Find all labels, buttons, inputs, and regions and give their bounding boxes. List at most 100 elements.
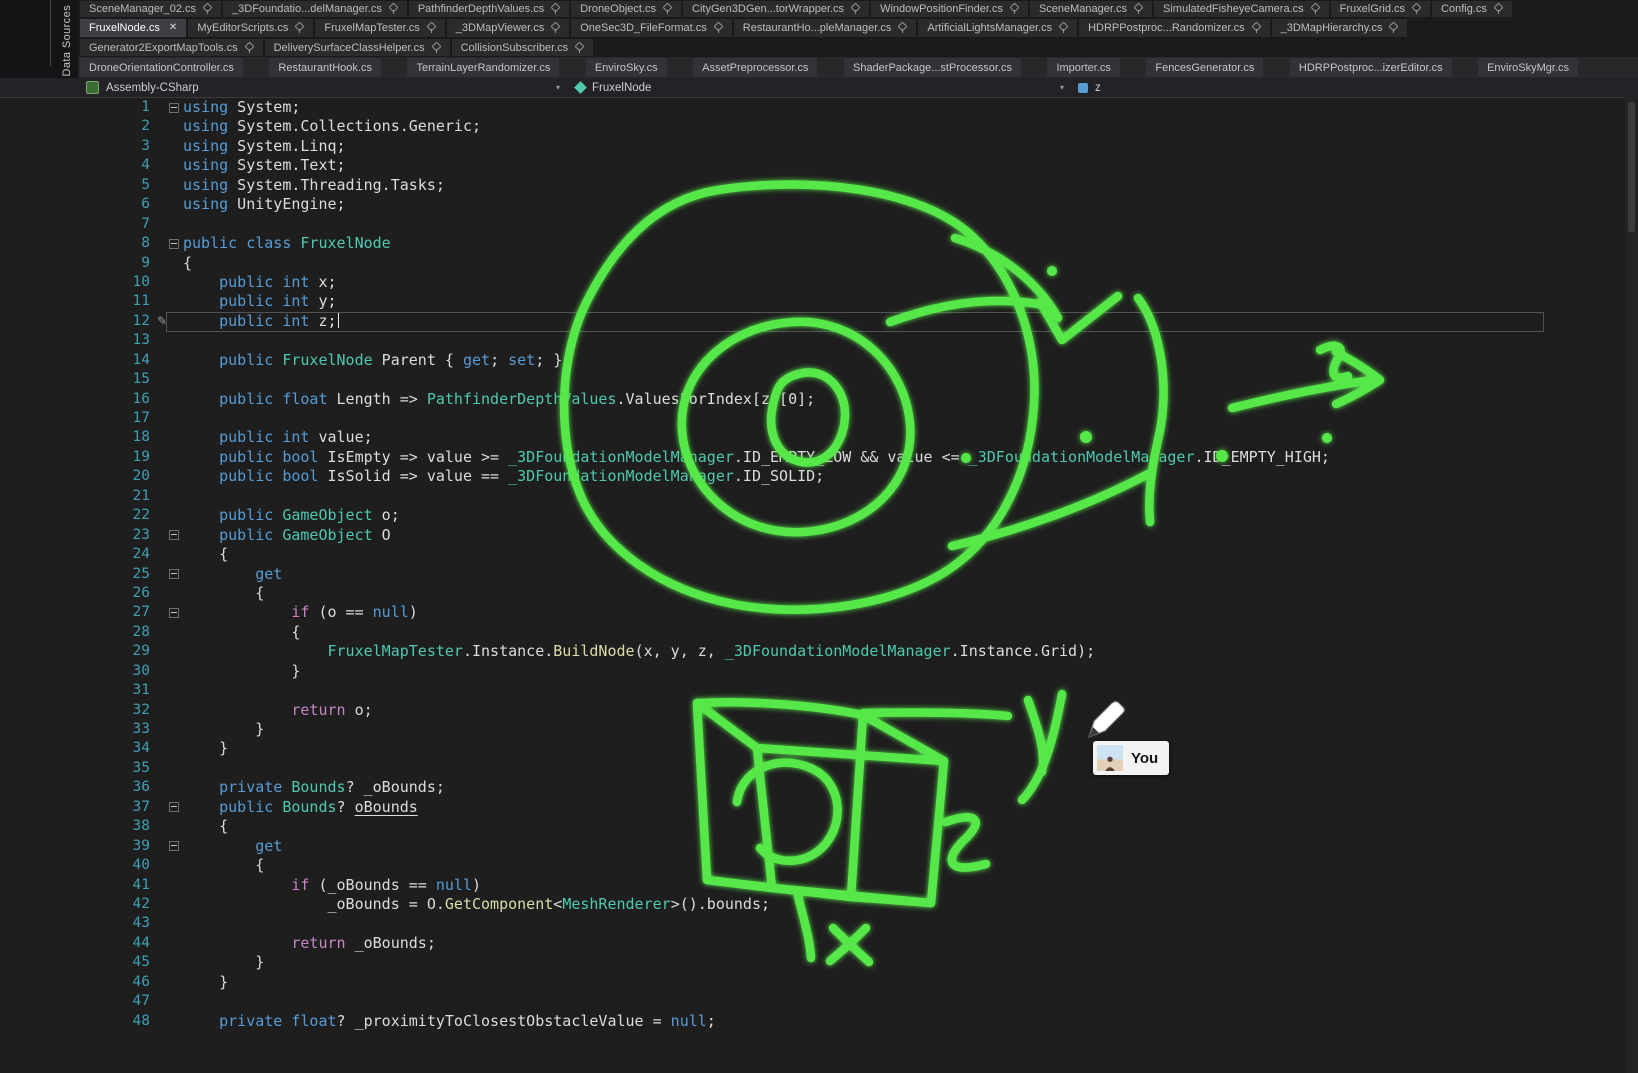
- tab-restaurantho-plemanager-cs[interactable]: RestaurantHo...pleManager.cs: [734, 19, 917, 37]
- code-line-25[interactable]: 25 get: [0, 565, 1638, 584]
- code-text[interactable]: public FruxelNode Parent { get; set; }: [183, 351, 562, 370]
- line-number[interactable]: 20: [0, 467, 150, 486]
- fold-marker-icon[interactable]: [169, 802, 179, 812]
- code-text[interactable]: if (o == null): [183, 603, 418, 622]
- tab-shaderpackage-stprocessor-cs[interactable]: ShaderPackage...stProcessor.cs: [844, 58, 1021, 77]
- code-line-14[interactable]: 14 public FruxelNode Parent { get; set; …: [0, 351, 1638, 370]
- code-line-33[interactable]: 33 }: [0, 720, 1638, 739]
- line-number[interactable]: 6: [0, 195, 150, 214]
- pin-icon[interactable]: [898, 23, 907, 33]
- tab-terrainlayerrandomizer-cs[interactable]: TerrainLayerRandomizer.cs: [407, 58, 559, 77]
- code-line-4[interactable]: 4using System.Text;: [0, 156, 1638, 175]
- tab-enviroskymgr-cs[interactable]: EnviroSkyMgr.cs: [1478, 58, 1578, 77]
- code-text[interactable]: using System.Linq;: [183, 137, 346, 156]
- vertical-scrollbar[interactable]: [1625, 97, 1638, 1073]
- pin-icon[interactable]: [389, 4, 398, 14]
- code-text[interactable]: using System.Collections.Generic;: [183, 117, 481, 136]
- code-line-48[interactable]: 48 private float? _proximityToClosestObs…: [0, 1012, 1638, 1031]
- pin-icon[interactable]: [851, 4, 860, 14]
- line-number[interactable]: 24: [0, 545, 150, 564]
- code-line-6[interactable]: 6using UnityEngine;: [0, 195, 1638, 214]
- code-line-22[interactable]: 22 public GameObject o;: [0, 506, 1638, 525]
- code-line-47[interactable]: 47: [0, 992, 1638, 1011]
- code-text[interactable]: {: [183, 856, 264, 875]
- code-text[interactable]: _oBounds = O.GetComponent<MeshRenderer>(…: [183, 895, 770, 914]
- code-text[interactable]: }: [183, 739, 228, 758]
- line-number[interactable]: 19: [0, 448, 150, 467]
- code-line-32[interactable]: 32 return o;: [0, 701, 1638, 720]
- code-text[interactable]: get: [183, 837, 282, 856]
- code-text[interactable]: using System;: [183, 98, 300, 117]
- fold-marker-icon[interactable]: [169, 841, 179, 851]
- line-number[interactable]: 7: [0, 215, 150, 234]
- code-text[interactable]: }: [183, 662, 300, 681]
- pin-icon[interactable]: [432, 43, 441, 53]
- line-number[interactable]: 12✎: [0, 312, 150, 331]
- pin-icon[interactable]: [295, 23, 304, 33]
- code-text[interactable]: {: [183, 545, 228, 564]
- code-line-31[interactable]: 31: [0, 681, 1638, 700]
- tab-onesec3d-fileformat-cs[interactable]: OneSec3D_FileFormat.cs: [571, 19, 732, 37]
- tab-scenemanager-cs[interactable]: SceneManager.cs: [1030, 1, 1152, 17]
- line-number[interactable]: 9: [0, 254, 150, 273]
- line-number[interactable]: 8: [0, 234, 150, 253]
- tab-hdrppostproc-izereditor-cs[interactable]: HDRPPostproc...izerEditor.cs: [1290, 58, 1452, 77]
- data-sources-rail[interactable]: Data Sources: [0, 0, 78, 78]
- line-number[interactable]: 45: [0, 953, 150, 972]
- code-line-20[interactable]: 20 public bool IsSolid => value == _3DFo…: [0, 467, 1638, 486]
- fold-marker-icon[interactable]: [169, 103, 179, 113]
- code-text[interactable]: get: [183, 565, 282, 584]
- line-number[interactable]: 36: [0, 778, 150, 797]
- code-text[interactable]: public bool IsEmpty => value >= _3DFound…: [183, 448, 1330, 467]
- line-number[interactable]: 41: [0, 876, 150, 895]
- line-number[interactable]: 23: [0, 526, 150, 545]
- tab-restauranthook-cs[interactable]: RestaurantHook.cs: [269, 58, 381, 77]
- code-line-11[interactable]: 11 public int y;: [0, 292, 1638, 311]
- code-line-26[interactable]: 26 {: [0, 584, 1638, 603]
- pin-icon[interactable]: [427, 23, 436, 33]
- line-number[interactable]: 29: [0, 642, 150, 661]
- line-number[interactable]: 38: [0, 817, 150, 836]
- code-line-15[interactable]: 15: [0, 370, 1638, 389]
- code-text[interactable]: }: [183, 973, 228, 992]
- code-line-21[interactable]: 21: [0, 487, 1638, 506]
- tab--3dfoundatio-delmanager-cs[interactable]: _3DFoundatio...delManager.cs: [223, 1, 407, 17]
- tab-droneorientationcontroller-cs[interactable]: DroneOrientationController.cs: [80, 58, 243, 77]
- code-line-45[interactable]: 45 }: [0, 953, 1638, 972]
- code-line-10[interactable]: 10 public int x;: [0, 273, 1638, 292]
- pin-icon[interactable]: [1494, 4, 1503, 14]
- tab-pathfinderdepthvalues-cs[interactable]: PathfinderDepthValues.cs: [409, 1, 569, 17]
- tab-generator2exportmaptools-cs[interactable]: Generator2ExportMapTools.cs: [80, 39, 263, 56]
- code-line-23[interactable]: 23 public GameObject O: [0, 526, 1638, 545]
- code-line-8[interactable]: 8public class FruxelNode: [0, 234, 1638, 253]
- tab-collisionsubscriber-cs[interactable]: CollisionSubscriber.cs: [452, 39, 594, 56]
- line-number[interactable]: 5: [0, 176, 150, 195]
- code-text[interactable]: if (_oBounds == null): [183, 876, 481, 895]
- data-sources-label[interactable]: Data Sources: [61, 5, 73, 76]
- code-line-44[interactable]: 44 return _oBounds;: [0, 934, 1638, 953]
- pin-icon[interactable]: [1389, 23, 1398, 33]
- code-line-39[interactable]: 39 get: [0, 837, 1638, 856]
- code-line-2[interactable]: 2using System.Collections.Generic;: [0, 117, 1638, 136]
- line-number[interactable]: 14: [0, 351, 150, 370]
- tab-envirosky-cs[interactable]: EnviroSky.cs: [586, 58, 667, 77]
- pin-icon[interactable]: [575, 43, 584, 53]
- chevron-down-icon[interactable]: ▾: [556, 83, 560, 92]
- line-number[interactable]: 32: [0, 701, 150, 720]
- pin-icon[interactable]: [1311, 4, 1320, 14]
- line-number[interactable]: 4: [0, 156, 150, 175]
- line-number[interactable]: 3: [0, 137, 150, 156]
- fold-marker-icon[interactable]: [169, 530, 179, 540]
- fold-marker-icon[interactable]: [169, 608, 179, 618]
- pin-icon[interactable]: [1412, 4, 1421, 14]
- tab-importer-cs[interactable]: Importer.cs: [1047, 58, 1119, 77]
- line-number[interactable]: 22: [0, 506, 150, 525]
- tab-deliverysurfaceclasshelper-cs[interactable]: DeliverySurfaceClassHelper.cs: [265, 39, 450, 56]
- code-text[interactable]: public int x;: [183, 273, 337, 292]
- code-text[interactable]: private float? _proximityToClosestObstac…: [183, 1012, 716, 1031]
- line-number[interactable]: 30: [0, 662, 150, 681]
- line-number[interactable]: 34: [0, 739, 150, 758]
- tab-artificiallightsmanager-cs[interactable]: ArtificialLightsManager.cs: [918, 19, 1077, 37]
- code-line-27[interactable]: 27 if (o == null): [0, 603, 1638, 622]
- code-line-34[interactable]: 34 }: [0, 739, 1638, 758]
